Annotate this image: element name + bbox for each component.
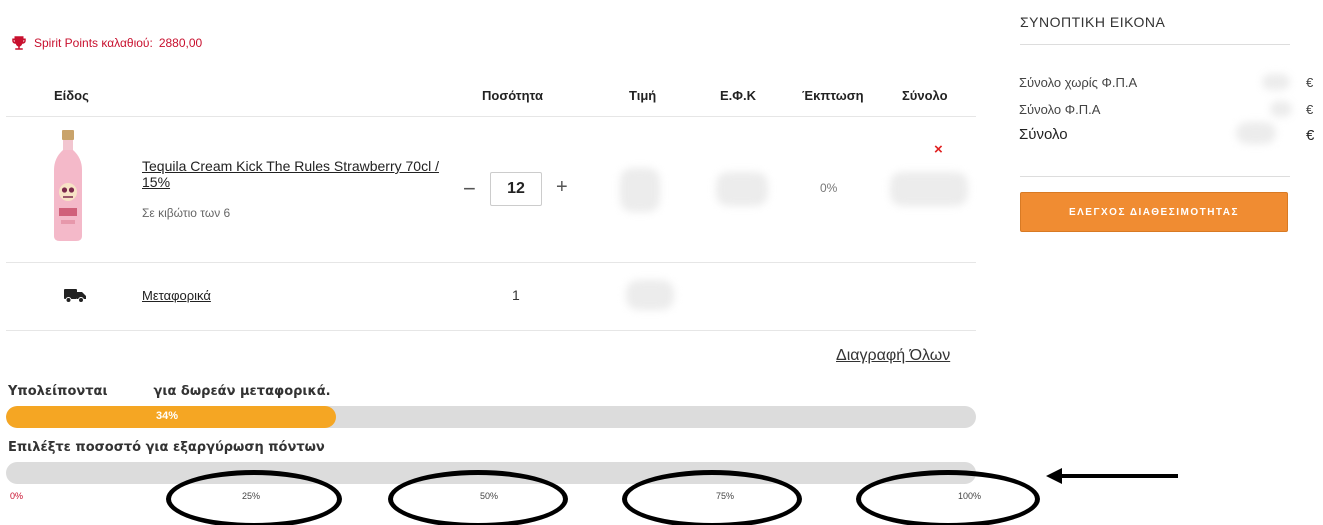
remove-item-button[interactable]: × — [934, 141, 943, 158]
excise-redacted — [716, 172, 768, 206]
summary-title: ΣΥΝΟΠΤΙΚΗ ΕΙΚΟΝΑ — [1020, 14, 1166, 30]
shipping-quantity: 1 — [512, 287, 520, 303]
quantity-decrease-button[interactable]: − — [463, 178, 476, 200]
summary-vat-label: Σύνολο Φ.Π.Α — [1019, 102, 1101, 117]
header-quantity: Ποσότητα — [482, 88, 543, 103]
annotation-arrow-icon — [1046, 468, 1178, 484]
free-shipping-label: Υπολείπονται για δωρεάν μεταφορικά. — [8, 384, 331, 399]
divider — [6, 330, 976, 331]
header-item: Είδος — [54, 88, 89, 103]
product-image[interactable] — [50, 130, 86, 242]
redeem-points-label: Επιλέξτε ποσοστό για εξαργύρωση πόντων — [8, 440, 325, 455]
price-redacted — [620, 168, 660, 212]
summary-subtotal-label: Σύνολο χωρίς Φ.Π.Α — [1019, 75, 1138, 90]
summary-subtotal-redacted — [1262, 74, 1290, 90]
total-redacted — [890, 172, 968, 206]
trophy-icon — [12, 36, 26, 50]
summary-vat-redacted — [1270, 101, 1292, 117]
summary-total-redacted — [1236, 122, 1276, 144]
annotation-ellipse — [166, 470, 342, 525]
annotation-ellipse — [856, 470, 1040, 525]
header-price: Τιμή — [629, 88, 657, 103]
summary-total-label: Σύνολο — [1019, 126, 1068, 143]
divider — [6, 262, 976, 263]
truck-icon — [64, 289, 86, 303]
quantity-increase-button[interactable]: + — [556, 176, 568, 199]
points-label: Spirit Points καλαθιού: — [34, 36, 153, 50]
divider — [6, 116, 976, 117]
spirit-points: Spirit Points καλαθιού: 2880,00 — [10, 34, 202, 52]
free-shipping-progress-bar: 34% — [6, 406, 976, 428]
product-box-info: Σε κιβώτιο των 6 — [142, 206, 231, 220]
free-shipping-progress-label: 34% — [156, 410, 179, 422]
divider — [1020, 44, 1290, 45]
annotation-ellipse — [622, 470, 802, 525]
shipping-price-redacted — [626, 280, 674, 310]
quantity-input[interactable]: 12 — [490, 172, 542, 206]
header-discount: Έκπτωση — [802, 88, 864, 103]
annotation-ellipse — [388, 470, 568, 525]
shipping-link[interactable]: Μεταφορικά — [142, 288, 211, 303]
delete-all-link[interactable]: Διαγραφή Όλων — [836, 347, 950, 365]
product-name-link[interactable]: Tequila Cream Kick The Rules Strawberry … — [142, 158, 452, 190]
redeem-tick-0[interactable]: 0% — [10, 491, 23, 501]
divider — [1020, 176, 1290, 177]
check-availability-button[interactable]: ΕΛΕΓΧΟΣ ΔΙΑΘΕΣΙΜΟΤΗΤΑΣ — [1020, 192, 1288, 232]
discount-value: 0% — [820, 181, 838, 195]
points-value: 2880,00 — [158, 36, 203, 50]
header-excise: Ε.Φ.Κ — [720, 88, 756, 103]
summary-total-currency: € — [1306, 127, 1315, 144]
summary-vat-currency: € — [1306, 102, 1314, 117]
header-total: Σύνολο — [902, 88, 948, 103]
summary-subtotal-currency: € — [1306, 75, 1314, 90]
